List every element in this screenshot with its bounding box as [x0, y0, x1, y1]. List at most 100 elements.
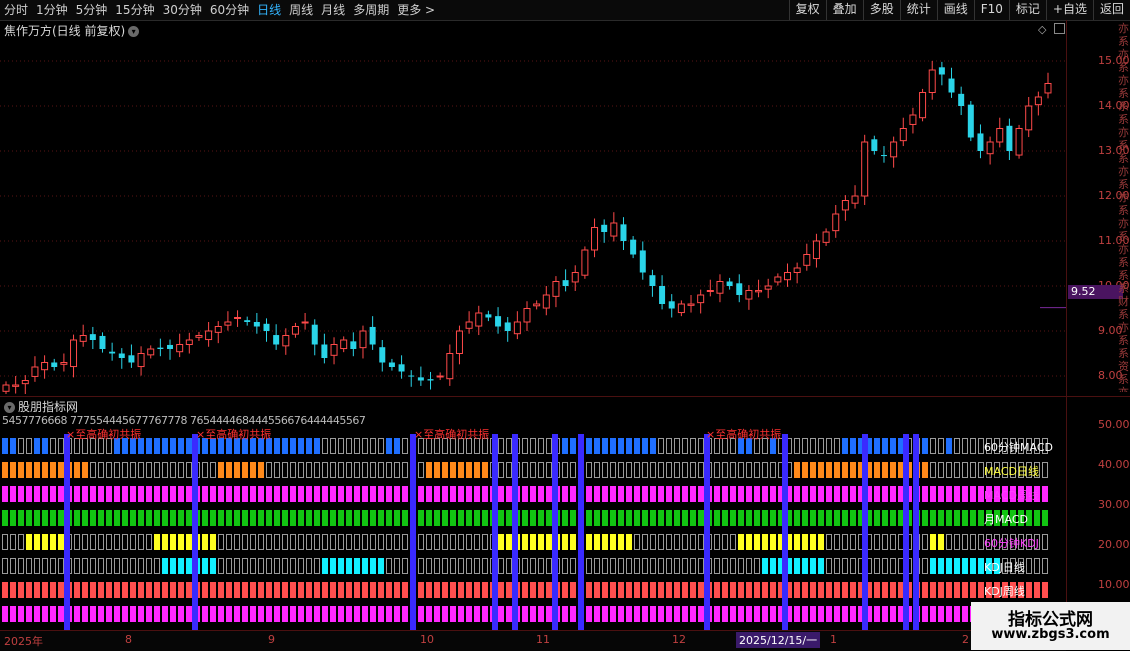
candle — [986, 136, 994, 165]
candle — [330, 337, 338, 365]
signal-marker — [512, 434, 518, 630]
candle — [147, 345, 155, 359]
signal-marker — [552, 434, 558, 630]
signal-marker — [862, 434, 868, 630]
watermark: 指标公式网 www.zbgs3.com — [971, 602, 1130, 650]
indicator-strip-row — [2, 438, 1048, 454]
candle — [1044, 72, 1052, 99]
signal-marker — [782, 434, 788, 630]
period-tab[interactable]: 15分钟 — [111, 0, 158, 20]
x-tick-label: 12 — [672, 633, 686, 646]
candle — [408, 370, 415, 387]
period-tab[interactable]: 60分钟 — [206, 0, 253, 20]
candle — [706, 279, 714, 297]
candle — [244, 316, 251, 326]
indicator-strip-row — [2, 534, 1048, 550]
indicator-strips[interactable] — [0, 426, 1066, 630]
x-axis: 2025年 8 9 10 11 12 1 2 2025/12/15/一 — [0, 630, 1066, 651]
candle — [552, 276, 560, 308]
candle — [899, 117, 907, 147]
candle — [919, 88, 927, 122]
candle — [793, 262, 801, 284]
candle — [504, 317, 511, 342]
period-tab[interactable]: 分时 — [0, 0, 32, 20]
x-tick-label: 8 — [125, 633, 132, 646]
candle — [291, 322, 299, 338]
candle — [195, 331, 203, 341]
candle — [668, 294, 675, 318]
candle — [581, 246, 589, 279]
signal-marker — [578, 434, 584, 630]
candle — [31, 356, 39, 382]
candle — [137, 346, 145, 376]
chevron-down-icon[interactable]: ▾ — [4, 402, 15, 413]
period-tab[interactable]: 5分钟 — [72, 0, 112, 20]
candle — [128, 344, 135, 368]
toolbar-button[interactable]: 返回 — [1092, 0, 1130, 20]
candle — [784, 263, 791, 287]
signal-marker — [64, 434, 70, 630]
candle — [523, 301, 531, 331]
candle — [630, 236, 637, 259]
indicator-y-tick-label: 40.00 — [1098, 458, 1130, 471]
candle — [398, 355, 405, 379]
toolbar-button[interactable]: 复权 — [788, 0, 826, 20]
candle — [1025, 97, 1033, 138]
candle — [350, 332, 357, 357]
candle — [253, 313, 260, 334]
candle — [726, 277, 733, 290]
candle — [417, 366, 424, 386]
toolbar-button[interactable]: 多股 — [862, 0, 900, 20]
toolbar-button[interactable]: F10 — [973, 0, 1009, 20]
candle — [51, 358, 58, 371]
candle — [851, 185, 859, 209]
candle — [21, 375, 29, 394]
candle — [745, 285, 753, 310]
indicator-strip-row — [2, 510, 1048, 526]
toolbar-button[interactable]: 画线 — [936, 0, 974, 20]
toolbar-button[interactable]: 叠加 — [825, 0, 863, 20]
candle — [157, 338, 164, 357]
panel-divider — [0, 396, 1130, 397]
candle — [301, 313, 309, 330]
candle — [427, 371, 434, 390]
period-tab[interactable]: 30分钟 — [159, 0, 206, 20]
signal-marker — [913, 434, 919, 630]
indicator-y-tick-label: 30.00 — [1098, 498, 1130, 511]
candle — [2, 381, 10, 394]
candle — [996, 117, 1004, 148]
toolbar-button[interactable]: +自选 — [1045, 0, 1093, 20]
right-info-column: 亦系亦系亦系系系亦系系亦系亦系亦系亦系系系财系亦系系资系亦系外系亦系资系 — [1118, 22, 1129, 392]
period-tab[interactable]: 1分钟 — [32, 0, 72, 20]
window-icon[interactable] — [1054, 23, 1065, 34]
candlestick-chart[interactable] — [0, 34, 1066, 394]
period-tab[interactable]: 多周期 — [349, 0, 393, 20]
candle — [764, 278, 772, 299]
period-tab[interactable]: 日线 — [253, 0, 285, 20]
candle — [601, 219, 608, 243]
candle — [176, 333, 184, 358]
candle — [224, 311, 232, 331]
candle — [455, 325, 463, 365]
toolbar-button[interactable]: 标记 — [1008, 0, 1046, 20]
candle — [948, 67, 955, 98]
indicator-row-label: 月MACD — [984, 513, 1028, 526]
indicator-strip-row — [2, 486, 1048, 502]
candle — [282, 328, 290, 355]
signal-text: ×至高确初共振 — [66, 428, 142, 441]
indicator-panel-title: ▾ 股朋指标网 — [4, 398, 78, 415]
candle — [967, 101, 974, 142]
candle — [167, 339, 174, 360]
x-tick-label: 2 — [962, 633, 969, 646]
candle — [273, 324, 280, 350]
candle — [340, 336, 348, 353]
candle — [234, 310, 242, 327]
candle — [263, 318, 270, 342]
toolbar-button[interactable]: 统计 — [899, 0, 937, 20]
candle — [832, 205, 840, 238]
candle — [639, 241, 646, 280]
x-tick-label: 10 — [420, 633, 434, 646]
period-tab[interactable]: 更多 > — [393, 0, 439, 20]
period-tab[interactable]: 月线 — [317, 0, 349, 20]
period-tab[interactable]: 周线 — [285, 0, 317, 20]
